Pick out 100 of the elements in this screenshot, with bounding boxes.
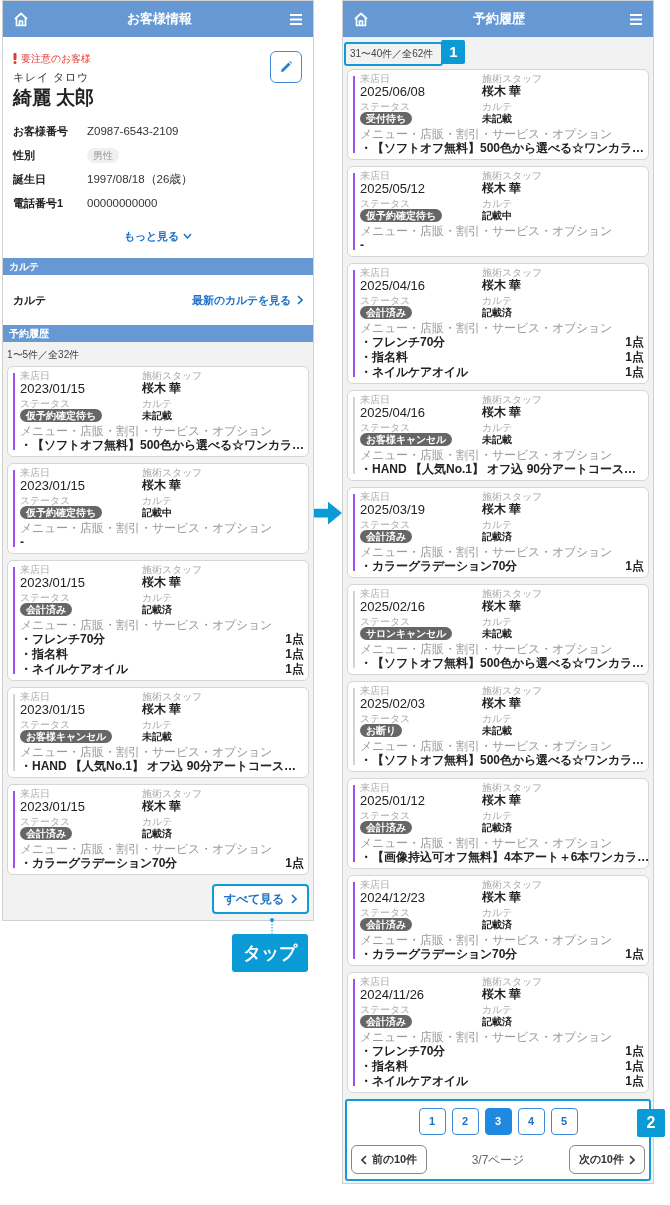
field-label: カルテ [482,101,513,112]
field-label: カルテ [482,1004,513,1015]
field-label: ステータス [360,295,411,306]
next-button[interactable]: 次の10件 [568,1145,645,1174]
quantity: 1点 [625,365,644,380]
staff-name: 桜木 華 [482,793,523,808]
quantity: 1点 [285,632,304,647]
field-label: 来店日 [20,467,51,478]
field-label: ステータス [360,519,411,530]
status-badge: 受付待ち [360,112,412,125]
chevron-right-icon [629,1154,635,1165]
menu-item: ・指名料 [360,350,408,365]
field-label: メニュー・店販・割引・サービス・オプション [360,225,613,238]
reservation-card[interactable]: 来店日 2025/04/16 施術スタッフ 桜木 華 ステータス 会計済み カルテ 記載済 メニュー・店販・割引・サービス・オプション ・フレンチ70分 1点 ・指名料 1点 ・ネイルケアオイル 1点 [347,263,649,384]
field-label: 施術スタッフ [482,685,543,696]
quantity: 1点 [285,662,304,677]
show-more-link[interactable]: もっと見る [124,227,192,244]
reservation-card[interactable]: 来店日 2023/01/15 施術スタッフ 桜木 華 ステータス お客様キャンセル カルテ 未記載 メニュー・店販・割引・サービス・オプション ・HAND 【人気No.1】 オフ込 90分アートコース… [7,687,309,778]
page-button[interactable]: 4 [517,1108,545,1135]
reservation-card[interactable]: 来店日 2023/01/15 施術スタッフ 桜木 華 ステータス 会計済み カルテ 記載済 メニュー・店販・割引・サービス・オプション ・フレンチ70分 1点 ・指名料 1点 ・ネイルケアオイル 1点 [7,560,309,681]
latest-karte-link[interactable]: 最新のカルテを見る [192,291,303,309]
menu-icon[interactable] [629,12,643,26]
visit-date: 2023/01/15 [20,381,87,396]
status-badge: お断り [360,724,402,737]
menu-item: - [20,535,24,550]
edit-button[interactable] [270,51,302,83]
field-label: 来店日 [360,685,391,696]
staff-name: 桜木 華 [482,502,523,517]
karte-status: 記載済 [142,827,173,840]
field-label: ステータス [360,810,411,821]
home-icon[interactable] [13,11,29,27]
field-label: カルテ [142,816,173,827]
menu-icon[interactable] [289,12,303,26]
karte-status: 記載中 [142,506,173,519]
visit-date: 2025/01/12 [360,793,427,808]
menu-item: ・フレンチ70分 [360,335,446,350]
field-label: ステータス [20,719,71,730]
field-label: 施術スタッフ [482,394,543,405]
visit-date: 2025/06/08 [360,84,427,99]
reservation-card[interactable]: 来店日 2025/06/08 施術スタッフ 桜木 華 ステータス 受付待ち カルテ 未記載 メニュー・店販・割引・サービス・オプション ・【ソフトオフ無料】500色から選べる☆ワンカラ… [347,69,649,160]
reservation-card[interactable]: 来店日 2025/03/19 施術スタッフ 桜木 華 ステータス 会計済み カルテ 記載済 メニュー・店販・割引・サービス・オプション ・カラーグラデーション70分 1点 [347,487,649,578]
menu-item: ・【ソフトオフ無料】500色から選べる☆ワンカラ… [20,438,305,453]
staff-name: 桜木 華 [482,278,523,293]
karte-status: 未記載 [482,627,513,640]
field-label: 施術スタッフ [482,782,543,793]
field-label: ステータス [20,398,71,409]
field-label: メニュー・店販・割引・サービス・オプション [20,425,273,438]
previous-button[interactable]: 前の10件 [351,1145,428,1174]
field-label: 来店日 [360,267,391,278]
field-label: ステータス [360,713,411,724]
karte-status: 未記載 [482,433,513,446]
callout-number: 1 [441,40,466,64]
karte-status: 記載済 [482,918,513,931]
reservation-card[interactable]: 来店日 2025/04/16 施術スタッフ 桜木 華 ステータス お客様キャンセル カルテ 未記載 メニュー・店販・割引・サービス・オプション ・HAND 【人気No.1】 オフ込 90分アートコース… [347,390,649,481]
field-label: ステータス [360,101,411,112]
field-label: 施術スタッフ [142,564,203,575]
karte-status: 記載済 [142,603,173,616]
reservation-card[interactable]: 来店日 2024/11/26 施術スタッフ 桜木 華 ステータス 会計済み カルテ 記載済 メニュー・店販・割引・サービス・オプション ・フレンチ70分 1点 ・指名料 1点 ・ネイルケアオイル 1点 [347,972,649,1093]
page-button[interactable]: 1 [418,1108,446,1135]
chevron-left-icon [361,1154,367,1165]
reservation-card[interactable]: 来店日 2025/05/12 施術スタッフ 桜木 華 ステータス 仮予約確定待ち カルテ 記載中 メニュー・店販・割引・サービス・オプション - [347,166,649,257]
page-button[interactable]: 5 [550,1108,578,1135]
menu-item: ・指名料 [20,647,68,662]
reservation-card[interactable]: 来店日 2025/02/03 施術スタッフ 桜木 華 ステータス お断り カルテ 未記載 メニュー・店販・割引・サービス・オプション ・【ソフトオフ無料】500色から選べる☆ワンカラ… [347,681,649,772]
visit-date: 2024/11/26 [360,987,426,1002]
field-label: カルテ [482,810,513,821]
field-label: 来店日 [360,782,391,793]
menu-item: ・【ソフトオフ無料】500色から選べる☆ワンカラ… [360,753,645,768]
field-label: ステータス [20,592,71,603]
reservation-card[interactable]: 来店日 2023/01/15 施術スタッフ 桜木 華 ステータス 仮予約確定待ち カルテ 未記載 メニュー・店販・割引・サービス・オプション ・【ソフトオフ無料】500色から選べる☆ワンカラ… [7,366,309,457]
staff-name: 桜木 華 [142,575,183,590]
see-all-button[interactable]: すべて見る [212,884,309,914]
page-button[interactable]: 2 [451,1108,479,1135]
status-badge: 会計済み [360,918,412,931]
reservation-card[interactable]: 来店日 2023/01/15 施術スタッフ 桜木 華 ステータス 仮予約確定待ち カルテ 記載中 メニュー・店販・割引・サービス・オプション - [7,463,309,554]
visit-date: 2024/12/23 [360,890,427,905]
quantity: 1点 [625,335,644,350]
karte-status: 未記載 [482,724,513,737]
reservation-card[interactable]: 来店日 2023/01/15 施術スタッフ 桜木 華 ステータス 会計済み カルテ 記載済 メニュー・店販・割引・サービス・オプション ・カラーグラデーション70分 1点 [7,784,309,875]
visit-date: 2023/01/15 [20,575,87,590]
visit-date: 2025/03/19 [360,502,427,517]
field-label: ステータス [360,198,411,209]
menu-item: ・【ソフトオフ無料】500色から選べる☆ワンカラ… [360,656,645,671]
chevron-down-icon [183,232,192,239]
home-icon[interactable] [353,11,369,27]
visit-date: 2025/02/03 [360,696,427,711]
field-label: 来店日 [360,73,391,84]
status-badge: 会計済み [360,306,412,319]
field-label: 来店日 [20,370,51,381]
menu-item: - [360,238,364,253]
karte-status: 未記載 [482,112,513,125]
field-label: 施術スタッフ [142,691,203,702]
field-label: 来店日 [360,588,391,599]
reservation-card[interactable]: 来店日 2025/01/12 施術スタッフ 桜木 華 ステータス 会計済み カルテ 記載済 メニュー・店販・割引・サービス・オプション ・【画像持込可オフ無料】4本アート＋6本ワンカラ… [347,778,649,869]
field-label: メニュー・店販・割引・サービス・オプション [20,522,273,535]
page-button[interactable]: 3 [484,1108,512,1135]
reservation-card[interactable]: 来店日 2025/02/16 施術スタッフ 桜木 華 ステータス サロンキャンセル カルテ 未記載 メニュー・店販・割引・サービス・オプション ・【ソフトオフ無料】500色から選べる☆ワンカラ… [347,584,649,675]
karte-status: 記載済 [482,306,513,319]
reservation-card[interactable]: 来店日 2024/12/23 施術スタッフ 桜木 華 ステータス 会計済み カルテ 記載済 メニュー・店販・割引・サービス・オプション ・カラーグラデーション70分 1点 [347,875,649,966]
field-label: 来店日 [360,394,391,405]
